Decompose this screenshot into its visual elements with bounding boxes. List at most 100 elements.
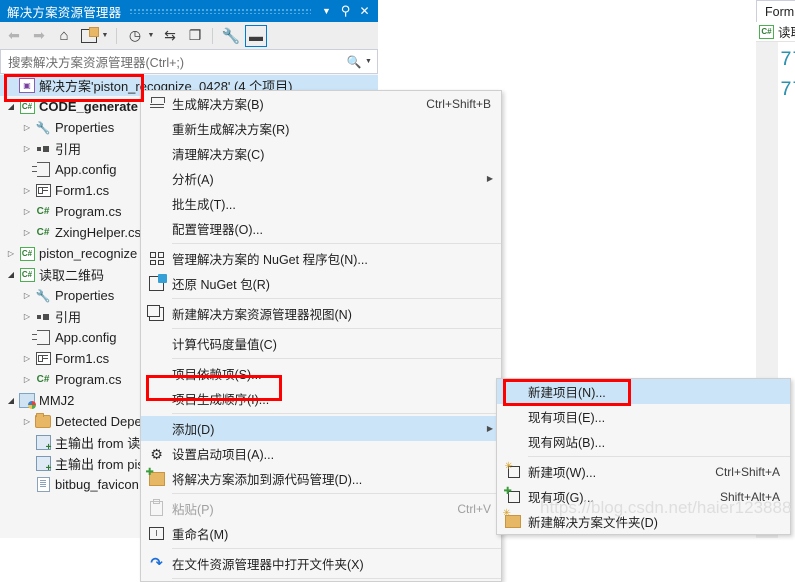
- menu-item-label: 计算代码度量值(C): [172, 338, 277, 352]
- menu-item[interactable]: 粘贴(P) Ctrl+V: [141, 496, 501, 521]
- menu-item[interactable]: I 重命名(M): [141, 521, 501, 546]
- windows-form-icon: [35, 352, 51, 365]
- menu-item[interactable]: ↷ 在文件资源管理器中打开文件夹(X): [141, 551, 501, 576]
- search-input[interactable]: 搜索解决方案资源管理器(Ctrl+;): [1, 52, 343, 71]
- tree-row-label: App.config: [55, 330, 117, 345]
- menu-item-label: 添加(D): [172, 423, 215, 437]
- menu-separator: [172, 298, 501, 299]
- solution-explorer-titlebar: 解决方案资源管理器 ▼ ⚲ ✕: [0, 0, 378, 22]
- forward-icon[interactable]: ➡: [28, 25, 50, 47]
- menu-item[interactable]: 重新生成解决方案(R): [141, 116, 501, 141]
- menu-separator: [172, 548, 501, 549]
- expander-open-icon[interactable]: ◢: [4, 264, 18, 285]
- solution-context-menu[interactable]: 生成解决方案(B) Ctrl+Shift+B 重新生成解决方案(R) 清理解决方案(C…: [140, 90, 502, 582]
- menu-item-label: 重新生成解决方案(R): [172, 123, 290, 137]
- menu-item[interactable]: 生成解决方案(B) Ctrl+Shift+B: [141, 91, 501, 116]
- menu-item[interactable]: 添加(D) ▶: [141, 416, 501, 441]
- expander-closed-icon[interactable]: ▷: [20, 306, 34, 327]
- expander-closed-icon[interactable]: ▷: [4, 243, 18, 264]
- expander-closed-icon[interactable]: ▷: [20, 411, 34, 432]
- menu-item-label: 设置启动项目(A)...: [172, 448, 275, 462]
- menu-item[interactable]: 新建项(W)... Ctrl+Shift+A: [497, 459, 790, 484]
- search-icon[interactable]: 🔍: [343, 55, 365, 69]
- tree-row-label: Form1.cs: [55, 183, 110, 198]
- menu-item[interactable]: 计算代码度量值(C): [141, 331, 501, 356]
- primary-output-icon: [35, 456, 52, 474]
- csharp-icon: C#: [759, 24, 774, 39]
- tab-label: Form1.cs: [765, 4, 795, 19]
- csharp-project-icon: C#: [19, 246, 35, 261]
- menu-item[interactable]: 还原 NuGet 包(R): [141, 271, 501, 296]
- preview-selected-icon[interactable]: ▬: [245, 24, 267, 47]
- menu-item[interactable]: 项目依赖项(S)...: [141, 361, 501, 386]
- search-box[interactable]: 搜索解决方案资源管理器(Ctrl+;) 🔍 ▼: [0, 49, 378, 74]
- menu-item-icon: [497, 486, 528, 503]
- menu-item-icon: [141, 499, 172, 516]
- menu-item[interactable]: ⚙ 设置启动项目(A)...: [141, 441, 501, 466]
- search-caret-icon[interactable]: ▼: [365, 58, 377, 65]
- menu-item[interactable]: 清理解决方案(C): [141, 141, 501, 166]
- windows-form-icon: [35, 184, 51, 197]
- expander-open-icon[interactable]: ◢: [4, 96, 18, 117]
- expander-open-icon[interactable]: ◢: [4, 390, 18, 411]
- properties-wrench-icon[interactable]: 🔧: [220, 25, 242, 47]
- setup-project-icon: [19, 393, 36, 409]
- menu-item-label: 现有网站(B)...: [528, 436, 606, 450]
- tab-form1-cs[interactable]: Form1.cs ⇥ ✕: [756, 0, 795, 22]
- menu-item[interactable]: 分析(A) ▶: [141, 166, 501, 191]
- solution-scope-icon[interactable]: [78, 25, 100, 47]
- close-icon[interactable]: ✕: [355, 0, 374, 22]
- expander-closed-icon[interactable]: ▷: [20, 117, 34, 138]
- panel-title: 解决方案资源管理器: [7, 5, 122, 20]
- expander-closed-icon[interactable]: ▷: [20, 222, 34, 243]
- menu-item-icon: [141, 467, 172, 486]
- breadcrumb[interactable]: C# 读取二维码: [756, 22, 795, 42]
- expander-closed-icon[interactable]: ▷: [20, 369, 34, 390]
- home-icon[interactable]: ⌂: [53, 25, 75, 47]
- menu-item-label: 重命名(M): [172, 528, 229, 542]
- menu-item-shortcut: Ctrl+Shift+A: [715, 464, 780, 479]
- menu-item[interactable]: 新建项目(N)...: [497, 379, 790, 404]
- tree-row-label: Program.cs: [55, 372, 122, 387]
- csharp-project-icon: C#: [19, 99, 35, 114]
- menu-item[interactable]: 现有项目(E)...: [497, 404, 790, 429]
- editor-tab-bar: Form1.cs ⇥ ✕ File System (MMJ2) ecc200_s…: [756, 0, 795, 22]
- expander-closed-icon[interactable]: ▷: [20, 201, 34, 222]
- restore-nuget-icon: [149, 274, 167, 291]
- menu-item[interactable]: 配置管理器(O)...: [141, 216, 501, 241]
- pending-changes-icon[interactable]: ◷: [124, 25, 146, 47]
- menu-item[interactable]: 将解决方案添加到源代码管理(D)...: [141, 466, 501, 491]
- scope-caret-icon[interactable]: ▼: [100, 25, 110, 47]
- menu-item[interactable]: 现有网站(B)...: [497, 429, 790, 454]
- menu-item[interactable]: 项目生成顺序(I)...: [141, 386, 501, 411]
- tree-row-label: ZxingHelper.cs: [55, 225, 141, 240]
- open-folder-icon: ↷: [150, 555, 163, 572]
- expander-closed-icon[interactable]: ▷: [20, 285, 34, 306]
- rename-icon: I: [149, 527, 164, 540]
- gear-icon: ⚙: [150, 445, 163, 462]
- watermark: https://blog.csdn.net/haier123888: [540, 498, 792, 517]
- expander-placeholder: [20, 432, 34, 453]
- expander-closed-icon[interactable]: ▷: [20, 138, 34, 159]
- tree-row-label: 读取二维码: [39, 268, 105, 283]
- tree-row-label: piston_recognize: [39, 246, 138, 261]
- menu-item[interactable]: 新建解决方案资源管理器视图(N): [141, 301, 501, 326]
- expander-closed-icon[interactable]: ▷: [20, 180, 34, 201]
- menu-item[interactable]: 管理解决方案的 NuGet 程序包(N)...: [141, 246, 501, 271]
- expander-closed-icon[interactable]: ▷: [20, 348, 34, 369]
- menu-item-label: 生成解决方案(B): [172, 98, 264, 112]
- pin-icon[interactable]: ⚲: [336, 0, 355, 22]
- menu-separator: [528, 456, 790, 457]
- pending-caret-icon[interactable]: ▼: [146, 25, 156, 47]
- show-all-files-icon[interactable]: ❐: [184, 25, 206, 47]
- back-icon[interactable]: ⬅: [3, 25, 25, 47]
- menu-item-label: 现有项目(E)...: [528, 411, 606, 425]
- sync-with-active-icon[interactable]: ⇆: [159, 25, 181, 47]
- menu-item[interactable]: 批生成(T)...: [141, 191, 501, 216]
- line-number: 773: [780, 49, 795, 72]
- menu-item-label: 粘贴(P): [172, 503, 214, 517]
- chevron-down-icon[interactable]: ▼: [317, 0, 336, 22]
- menu-item-label: 项目生成顺序(I)...: [172, 393, 270, 407]
- menu-separator: [172, 493, 501, 494]
- expander-placeholder: [20, 159, 34, 180]
